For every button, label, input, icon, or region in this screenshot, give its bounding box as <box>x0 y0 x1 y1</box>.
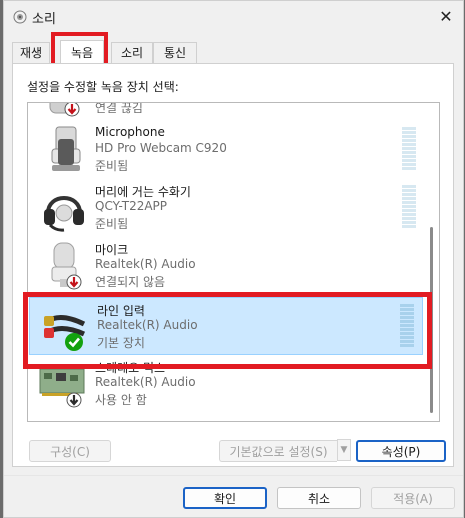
footer-divider <box>4 475 463 476</box>
device-name: 마이크 <box>95 243 129 257</box>
sound-dialog: 소리 ✕ 재생 녹음 소리 통신 설정을 수정할 녹음 장치 선택: 연결 끊김 <box>3 0 464 518</box>
cancel-button[interactable]: 취소 <box>277 487 361 509</box>
instruction-text: 설정을 수정할 녹음 장치 선택: <box>27 80 179 94</box>
level-meter <box>402 127 416 173</box>
close-button[interactable]: ✕ <box>431 3 461 29</box>
list-item[interactable]: 마이크 Realtek(R) Audio 연결되지 않음 <box>28 237 424 295</box>
device-name: Microphone <box>95 125 165 139</box>
recording-panel: 설정을 수정할 녹음 장치 선택: 연결 끊김 Microphone HD Pr… <box>12 63 454 467</box>
partial-device-icon <box>49 103 80 117</box>
level-meter <box>402 185 416 231</box>
configure-button[interactable]: 구성(C) <box>29 440 111 462</box>
device-driver: Realtek(R) Audio <box>95 257 196 271</box>
list-scrollbar[interactable] <box>425 103 439 421</box>
selection-highlight-box <box>23 292 432 369</box>
properties-button[interactable]: 속성(P) <box>356 440 446 462</box>
headset-icon <box>44 196 84 232</box>
list-item[interactable]: 연결 끊김 <box>28 102 424 121</box>
device-driver: Realtek(R) Audio <box>95 375 196 389</box>
list-item[interactable]: 머리에 거는 수화기 QCY-T22APP 준비됨 <box>28 179 424 237</box>
microphone-icon <box>51 126 81 171</box>
device-status: 연결 끊김 <box>95 102 143 115</box>
speaker-icon <box>13 10 27 24</box>
microphone-icon <box>51 242 82 290</box>
tab-playback[interactable]: 재생 <box>12 42 50 64</box>
tab-sounds[interactable]: 소리 <box>111 42 153 64</box>
apply-button[interactable]: 적용(A) <box>371 487 455 509</box>
ok-button[interactable]: 확인 <box>183 487 267 509</box>
tab-communications[interactable]: 통신 <box>153 42 197 64</box>
device-status: 연결되지 않음 <box>95 275 166 289</box>
device-status: 사용 안 함 <box>95 393 147 407</box>
list-item[interactable]: Microphone HD Pro Webcam C920 준비됨 <box>28 121 424 179</box>
device-driver: HD Pro Webcam C920 <box>95 141 227 155</box>
device-status: 준비됨 <box>95 217 129 231</box>
device-driver: QCY-T22APP <box>95 199 168 213</box>
window-title: 소리 <box>32 12 56 27</box>
device-list[interactable]: 연결 끊김 Microphone HD Pro Webcam C920 준비됨 <box>27 102 440 422</box>
set-default-button[interactable]: 기본값으로 설정(S) <box>219 440 337 462</box>
device-status: 준비됨 <box>95 159 129 173</box>
set-default-dropdown-chevron-down-icon[interactable]: ▼ <box>337 439 351 461</box>
device-name: 머리에 거는 수화기 <box>95 185 191 199</box>
title-bar: 소리 ✕ <box>4 1 463 33</box>
